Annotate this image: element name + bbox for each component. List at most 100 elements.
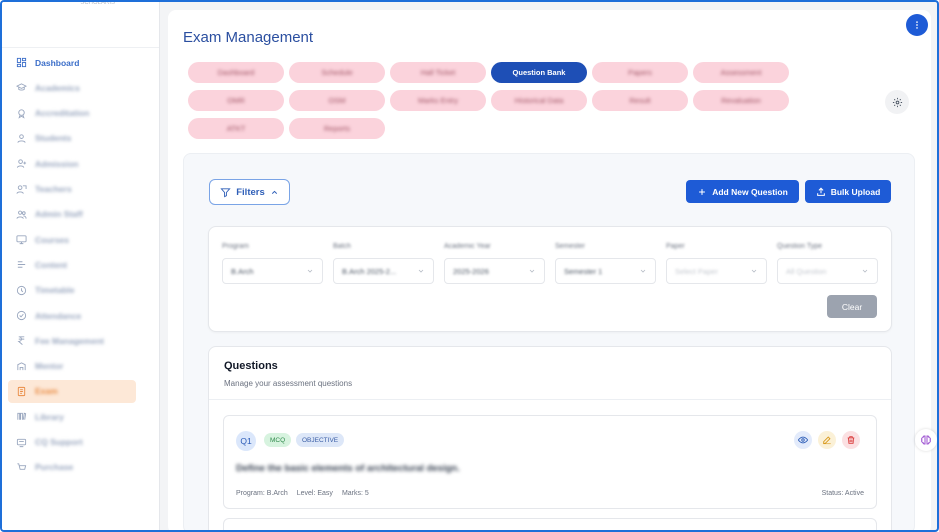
- sidebar-item-label: Library: [35, 411, 64, 422]
- bulk-upload-button[interactable]: Bulk Upload: [805, 180, 891, 203]
- tab-omr[interactable]: OMR: [188, 90, 284, 111]
- sidebar-item-academics[interactable]: Academics: [8, 76, 136, 99]
- settings-button[interactable]: [885, 90, 909, 114]
- batch-select[interactable]: B.Arch 2025-2...: [333, 258, 434, 284]
- sidebar-item-timetable[interactable]: Timetable: [8, 279, 136, 302]
- tab-historical-data[interactable]: Historical Data: [491, 90, 587, 111]
- sidebar-item-teachers[interactable]: Teachers: [8, 178, 136, 201]
- tab-label: Marks Entry: [417, 96, 458, 105]
- attendance-icon: [16, 310, 27, 321]
- tab-label: Question Bank: [512, 68, 566, 77]
- chevron-up-icon: [271, 190, 277, 194]
- semester-value: Semester 1: [564, 266, 603, 276]
- graduation-cap-icon: [16, 82, 27, 93]
- tab-reports[interactable]: Reports: [289, 118, 385, 139]
- sidebar-item-admission[interactable]: Admission: [8, 152, 136, 175]
- sidebar-item-label: CQ Support: [35, 437, 83, 447]
- delete-question-button[interactable]: [842, 431, 860, 449]
- question-meta: Program: B.Arch Level: Easy Marks: 5: [236, 490, 369, 497]
- program-select[interactable]: B.Arch: [222, 258, 323, 284]
- teacher-icon: [16, 184, 27, 195]
- clock-icon: [16, 285, 27, 296]
- purchase-icon: [16, 462, 27, 473]
- sidebar-item-students[interactable]: Students: [8, 127, 136, 150]
- question-type-select[interactable]: All Question: [777, 258, 878, 284]
- mentor-icon: [16, 361, 27, 372]
- tab-label: OMR: [227, 96, 245, 105]
- tab-schedule[interactable]: Schedule: [289, 62, 385, 83]
- academic-year-label: Academic Year: [444, 243, 491, 250]
- sidebar-item-purchase[interactable]: Purchase: [8, 456, 136, 479]
- question-category-badge: OBJECTIVE: [296, 433, 345, 447]
- edit-question-button[interactable]: [818, 431, 836, 449]
- tab-result[interactable]: Result: [592, 90, 688, 111]
- questions-title: Questions: [224, 360, 278, 372]
- semester-select[interactable]: Semester 1: [555, 258, 656, 284]
- paper-label: Paper: [666, 243, 685, 250]
- paper-select[interactable]: Select Paper: [666, 258, 767, 284]
- tab-revaluation[interactable]: Revaluation: [693, 90, 789, 111]
- sidebar-item-label: Accreditation: [35, 108, 90, 119]
- tab-label: ATKT: [226, 124, 246, 133]
- tab-atkt[interactable]: ATKT: [188, 118, 284, 139]
- filters-toggle-button[interactable]: Filters: [209, 179, 290, 205]
- clear-filters-button[interactable]: Clear: [827, 295, 877, 318]
- ai-assistant-button[interactable]: [915, 429, 937, 451]
- tab-marks-entry[interactable]: Marks Entry: [390, 90, 486, 111]
- question-item[interactable]: Q1 MCQ OBJECTIVE Define the basic elemen…: [223, 415, 877, 509]
- question-item-partial[interactable]: [223, 518, 877, 530]
- tab-label: Historical Data: [514, 96, 564, 105]
- tab-hall-ticket[interactable]: Hall Ticket: [390, 62, 486, 83]
- logo-caption: SCHOLARIS: [80, 0, 115, 6]
- user-plus-icon: [16, 158, 27, 169]
- add-new-question-button[interactable]: Add New Question: [686, 180, 799, 203]
- tab-label: Schedule: [321, 68, 353, 77]
- sidebar-item-mentor[interactable]: Mentor: [8, 355, 136, 378]
- sidebar-item-label: Timetable: [35, 285, 75, 296]
- more-options-button[interactable]: [906, 14, 928, 36]
- tab-dashboard[interactable]: Dashboard: [188, 62, 284, 83]
- sidebar-item-dashboard[interactable]: Dashboard: [8, 51, 136, 74]
- bulk-upload-label: Bulk Upload: [830, 186, 881, 197]
- upload-icon: [816, 187, 825, 196]
- sidebar-item-label: Students: [35, 133, 72, 144]
- rupee-icon: [16, 335, 27, 346]
- tab-assessment[interactable]: Assessment: [693, 62, 789, 83]
- sidebar-item-label: Teachers: [35, 184, 72, 194]
- eye-icon: [798, 436, 808, 444]
- semester-label: Semester: [555, 243, 585, 250]
- vertical-dots-icon: [916, 21, 918, 29]
- sidebar-item-admin-staff[interactable]: Admin Staff: [8, 203, 136, 226]
- sidebar-item-label: Exam: [35, 386, 58, 397]
- view-question-button[interactable]: [794, 431, 812, 449]
- content-icon: [16, 259, 27, 270]
- question-bank-panel: Filters Add New Question Bulk Upload Pro…: [183, 153, 915, 530]
- sidebar-item-label: Academics: [35, 82, 80, 93]
- questions-subtitle: Manage your assessment questions: [224, 379, 353, 388]
- sidebar-item-courses[interactable]: Courses: [8, 228, 136, 251]
- sidebar-item-exam[interactable]: Exam: [8, 379, 136, 403]
- tab-osm[interactable]: OSM: [289, 90, 385, 111]
- sidebar-item-content[interactable]: Content: [8, 253, 136, 276]
- sidebar-item-attendance[interactable]: Attendance: [8, 304, 136, 327]
- tab-label: Reports: [323, 124, 351, 133]
- tab-question-bank[interactable]: Question Bank: [491, 62, 587, 83]
- sidebar-item-fee-management[interactable]: Fee Management: [8, 329, 136, 352]
- sidebar-item-accreditation[interactable]: Accreditation: [8, 102, 136, 125]
- program-label: Program: [222, 243, 249, 250]
- tab-papers[interactable]: Papers: [592, 62, 688, 83]
- tab-label: Dashboard: [217, 68, 255, 77]
- main-card: Exam Management Dashboard Schedule Hall Ti…: [168, 10, 931, 530]
- sidebar-item-label: Dashboard: [35, 57, 80, 68]
- gear-icon: [892, 97, 902, 107]
- tab-label: Revaluation: [721, 96, 761, 105]
- exam-doc-icon: [16, 386, 27, 397]
- sidebar-item-label: Purchase: [35, 462, 74, 473]
- chevron-down-icon: [750, 267, 758, 277]
- academic-year-select[interactable]: 2025-2026: [444, 258, 545, 284]
- sidebar-item-cq-support[interactable]: CQ Support: [8, 431, 136, 454]
- sidebar-item-label: Mentor: [35, 361, 64, 372]
- paper-value: Select Paper: [675, 266, 718, 276]
- sidebar-item-library[interactable]: Library: [8, 405, 136, 428]
- filter-card: Program B.Arch Batch B.Arch 2025-2... Academ…: [208, 226, 892, 332]
